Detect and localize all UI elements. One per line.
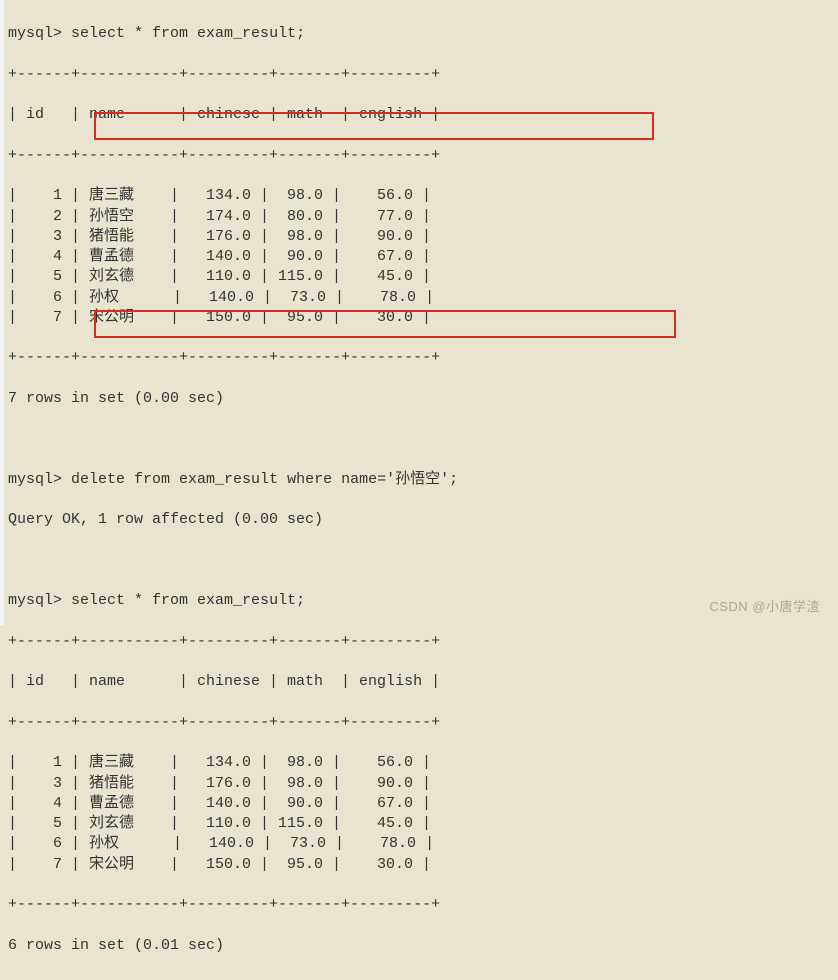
delete-result: Query OK, 1 row affected (0.00 sec) <box>8 510 830 530</box>
table-row: | 1 | 唐三藏 | 134.0 | 98.0 | 56.0 | <box>8 753 830 773</box>
blank-line <box>8 551 830 571</box>
table-header: | id | name | chinese | math | english | <box>8 105 830 125</box>
sql-query: select * from exam_result; <box>71 25 305 42</box>
sql-query: delete from exam_result where name='孙悟空'… <box>71 471 458 488</box>
result-footer: 7 rows in set (0.00 sec) <box>8 389 830 409</box>
table-row: | 3 | 猪悟能 | 176.0 | 98.0 | 90.0 | <box>8 227 830 247</box>
terminal-output: mysql> select * from exam_result; +-----… <box>0 0 838 980</box>
blank-line <box>8 429 830 449</box>
query-line-1: mysql> select * from exam_result; <box>8 24 830 44</box>
table-header: | id | name | chinese | math | english | <box>8 672 830 692</box>
table-row: | 1 | 唐三藏 | 134.0 | 98.0 | 56.0 | <box>8 186 830 206</box>
table-row: | 2 | 孙悟空 | 174.0 | 80.0 | 77.0 | <box>8 207 830 227</box>
watermark-text: CSDN @小唐学渣 <box>709 596 820 615</box>
table-border: +------+-----------+---------+-------+--… <box>8 895 830 915</box>
result-footer: 6 rows in set (0.01 sec) <box>8 936 830 956</box>
table-border: +------+-----------+---------+-------+--… <box>8 65 830 85</box>
table-border: +------+-----------+---------+-------+--… <box>8 632 830 652</box>
prompt: mysql> <box>8 592 62 609</box>
query-line-2: mysql> delete from exam_result where nam… <box>8 470 830 490</box>
table-row: | 5 | 刘玄德 | 110.0 | 115.0 | 45.0 | <box>8 814 830 834</box>
table-row: | 3 | 猪悟能 | 176.0 | 98.0 | 90.0 | <box>8 774 830 794</box>
table-row: | 6 | 孙权 | 140.0 | 73.0 | 78.0 | <box>8 834 830 854</box>
table-row: | 6 | 孙权 | 140.0 | 73.0 | 78.0 | <box>8 288 830 308</box>
prompt: mysql> <box>8 25 62 42</box>
table-border: +------+-----------+---------+-------+--… <box>8 348 830 368</box>
table-row: | 4 | 曹孟德 | 140.0 | 90.0 | 67.0 | <box>8 247 830 267</box>
query-line-3: mysql> select * from exam_result; <box>8 591 830 611</box>
table-row: | 7 | 宋公明 | 150.0 | 95.0 | 30.0 | <box>8 855 830 875</box>
sql-query: select * from exam_result; <box>71 592 305 609</box>
table-border: +------+-----------+---------+-------+--… <box>8 713 830 733</box>
table-row: | 5 | 刘玄德 | 110.0 | 115.0 | 45.0 | <box>8 267 830 287</box>
table-row: | 4 | 曹孟德 | 140.0 | 90.0 | 67.0 | <box>8 794 830 814</box>
left-margin-strip <box>0 0 4 625</box>
prompt: mysql> <box>8 471 62 488</box>
table-border: +------+-----------+---------+-------+--… <box>8 146 830 166</box>
table-row: | 7 | 宋公明 | 150.0 | 95.0 | 30.0 | <box>8 308 830 328</box>
